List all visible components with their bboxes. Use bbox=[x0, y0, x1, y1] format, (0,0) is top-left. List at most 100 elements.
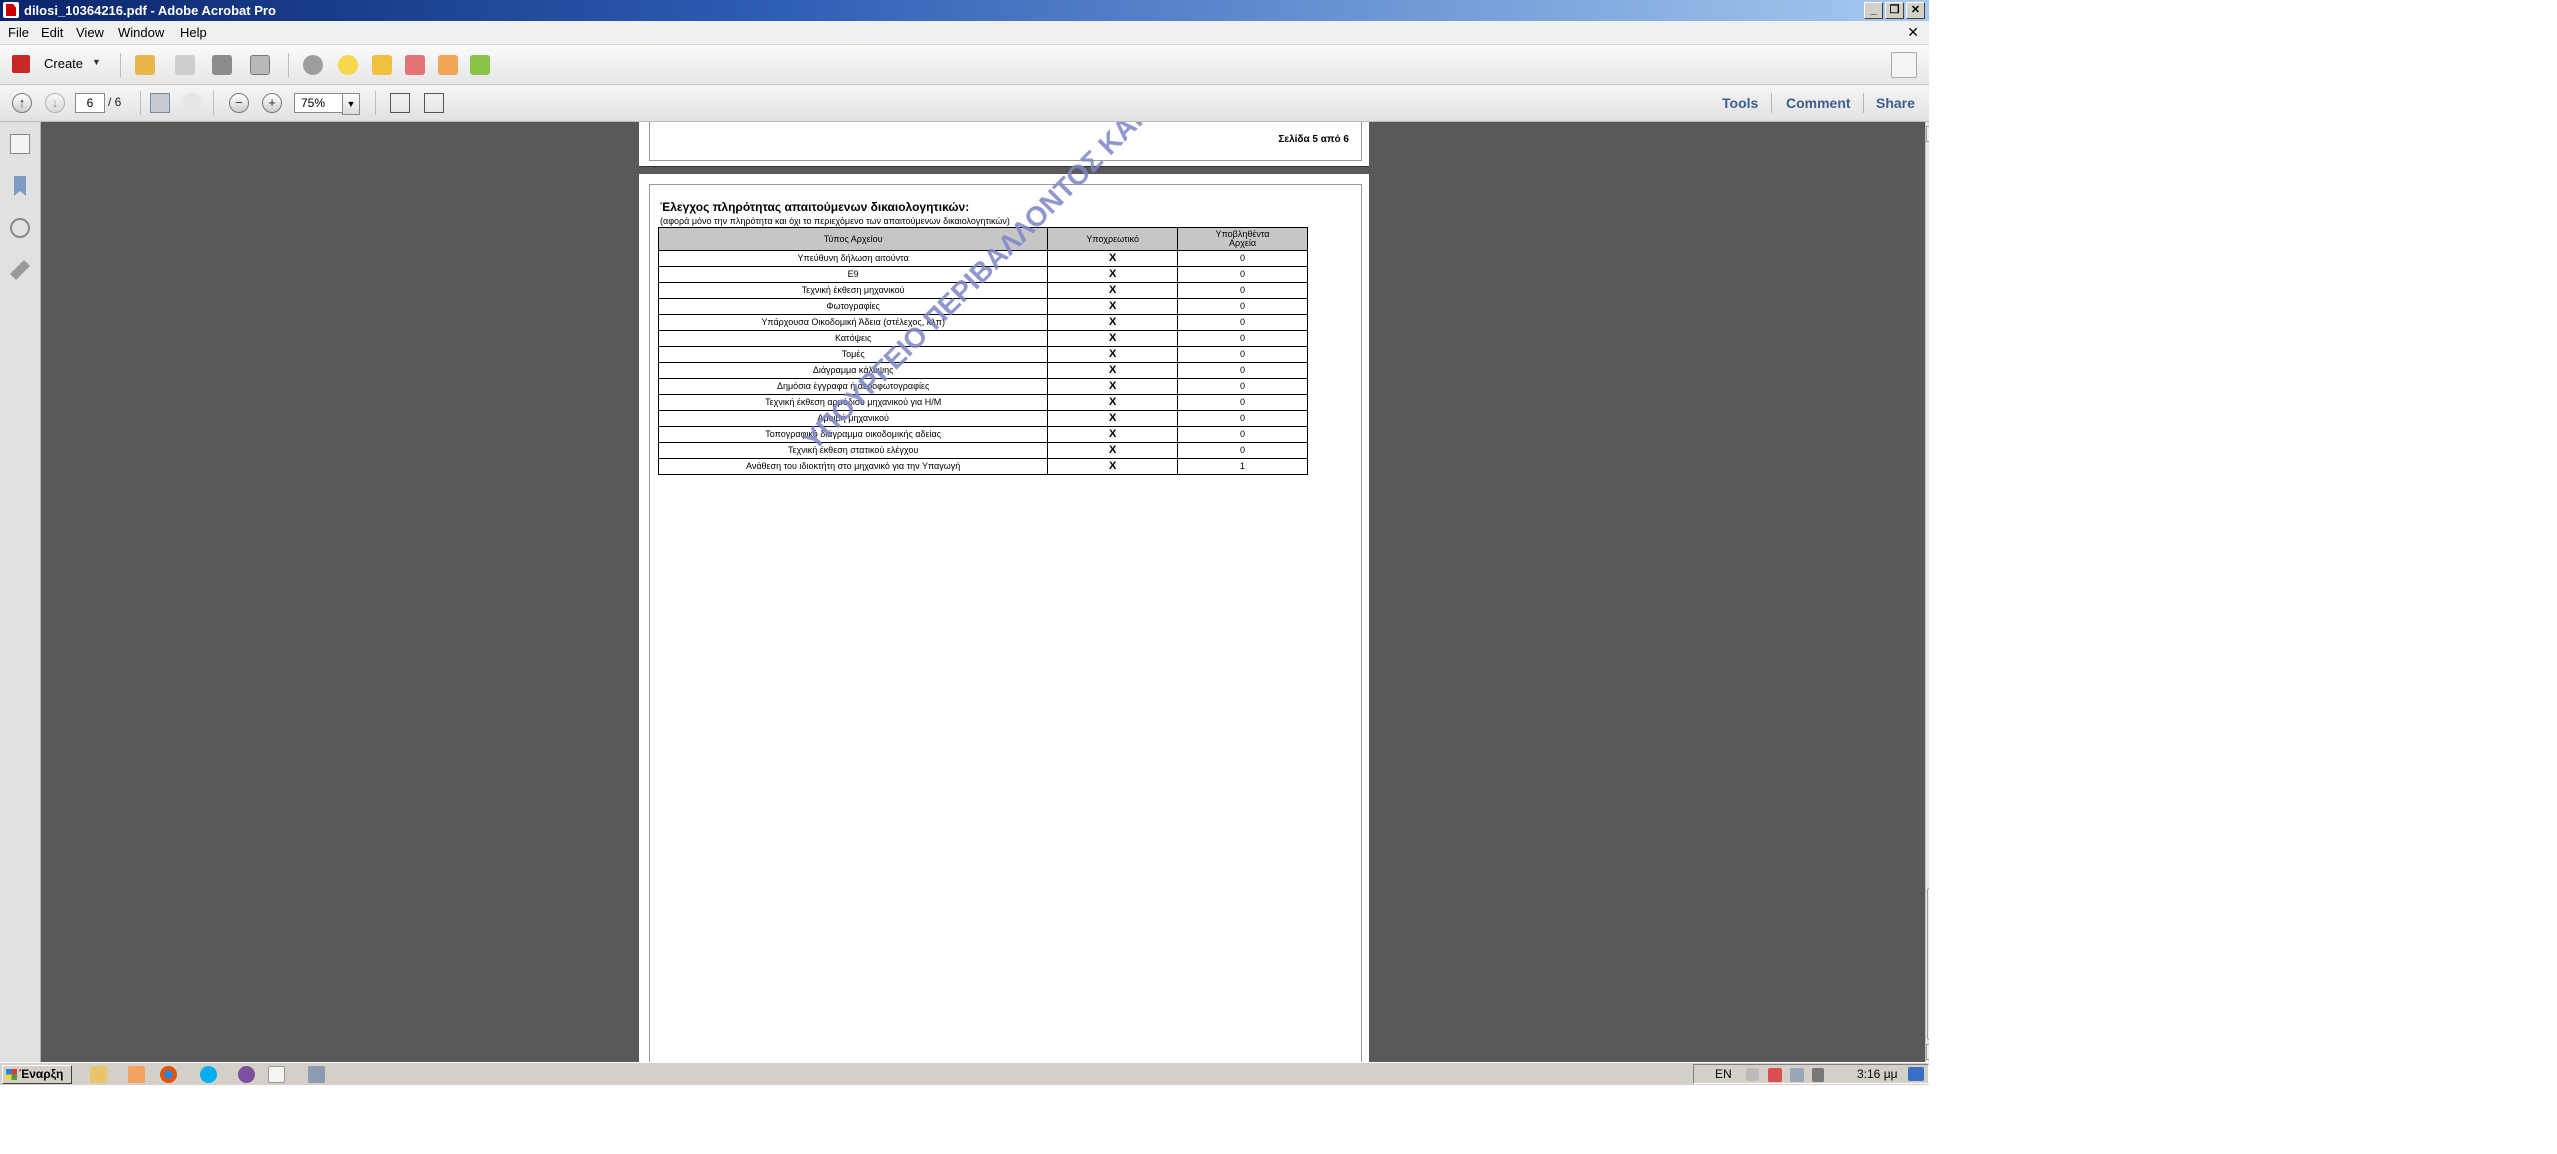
explorer-folder-icon[interactable] bbox=[90, 1066, 107, 1083]
next-page-button[interactable]: ↓ bbox=[45, 93, 65, 113]
document-close-icon[interactable]: ✕ bbox=[1907, 24, 1919, 41]
system-clock[interactable]: 3:16 μμ bbox=[1857, 1067, 1898, 1081]
zoom-dropdown-button[interactable]: ▼ bbox=[342, 93, 360, 115]
uploaded-count-cell: 0 bbox=[1177, 282, 1308, 299]
page-total: / 6 bbox=[108, 95, 122, 109]
file-type-cell: Φωτογραφίες bbox=[657, 298, 1049, 315]
scroll-down-arrow-icon[interactable]: ▼ bbox=[1926, 1044, 1929, 1060]
start-button[interactable]: Έναρξη bbox=[2, 1065, 72, 1084]
mandatory-mark-cell: X bbox=[1047, 426, 1179, 443]
menu-bar: File Edit View Window Help ✕ bbox=[0, 21, 1929, 45]
network-app-icon[interactable] bbox=[308, 1066, 325, 1083]
toolbar-divider bbox=[1771, 93, 1772, 113]
scroll-up-arrow-icon[interactable]: ▲ bbox=[1926, 126, 1929, 142]
hand-tool-icon[interactable] bbox=[182, 93, 202, 113]
menu-view[interactable]: View bbox=[76, 25, 104, 40]
pdf-page-6: Έλεγχος πληρότητας απαιτούμενων δικαιολο… bbox=[639, 122, 1369, 1062]
skype-icon[interactable] bbox=[200, 1066, 217, 1083]
create-button[interactable]: Create ▼ bbox=[8, 53, 101, 75]
table-row: Κατόψεις X 0 bbox=[657, 330, 1308, 347]
full-screen-button[interactable] bbox=[1891, 52, 1917, 78]
acrobat-window: dilosi_10364216.pdf - Adobe Acrobat Pro … bbox=[0, 0, 1929, 1085]
toolbar-divider bbox=[140, 91, 141, 115]
mandatory-mark-cell: X bbox=[1047, 298, 1179, 315]
previous-page-button[interactable]: ↑ bbox=[12, 93, 32, 113]
language-indicator[interactable]: EN bbox=[1715, 1067, 1732, 1081]
minimize-button[interactable]: _ bbox=[1864, 2, 1883, 19]
comment-pane-button[interactable]: Comment bbox=[1786, 95, 1851, 111]
show-hidden-icons-icon[interactable] bbox=[1746, 1068, 1759, 1081]
document-viewport[interactable]: Σελίδα 5 από 6 Έλεγχος πληρότητας απαιτο… bbox=[41, 122, 1927, 1062]
select-tool-icon[interactable] bbox=[150, 93, 170, 113]
pdf-app-icon bbox=[3, 2, 19, 18]
zoom-out-button[interactable]: − bbox=[229, 93, 249, 113]
fit-page-icon[interactable] bbox=[390, 93, 410, 113]
highlight-icon[interactable] bbox=[372, 55, 392, 75]
form-icon[interactable] bbox=[470, 55, 490, 75]
menu-edit[interactable]: Edit bbox=[41, 25, 63, 40]
comment-bubble-icon[interactable] bbox=[338, 55, 358, 75]
attachments-paperclip-icon[interactable] bbox=[10, 218, 30, 238]
title-bar: dilosi_10364216.pdf - Adobe Acrobat Pro … bbox=[0, 0, 1929, 21]
open-folder-icon[interactable] bbox=[135, 55, 155, 75]
uploaded-count-cell: 1 bbox=[1177, 458, 1308, 475]
uploaded-count-cell: 0 bbox=[1177, 362, 1308, 379]
page-footer-number: Σελίδα 5 από 6 bbox=[1278, 134, 1349, 145]
section-subtitle: (αφορά μόνο την πληρότητα και όχι το περ… bbox=[660, 216, 1010, 226]
page-thumbnails-icon[interactable] bbox=[10, 134, 30, 154]
mandatory-mark-cell: X bbox=[1047, 250, 1179, 267]
menu-file[interactable]: File bbox=[8, 25, 29, 40]
show-desktop-icon[interactable] bbox=[1908, 1067, 1924, 1081]
file-type-cell: Τοπογραφικό διάγραμμα οικοδομικής αδείας bbox=[657, 426, 1049, 443]
menu-window[interactable]: Window bbox=[118, 25, 164, 40]
scrollbar-thumb[interactable] bbox=[1927, 888, 1929, 1040]
chevron-down-icon: ▼ bbox=[92, 57, 101, 67]
sign-document-icon[interactable] bbox=[438, 55, 458, 75]
table-row: Τεχνική έκθεση αρμόδιου μηχανικού για Η/… bbox=[657, 394, 1308, 411]
signatures-icon[interactable] bbox=[10, 260, 30, 280]
media-player-icon[interactable] bbox=[128, 1066, 145, 1083]
table-row: Τοπογραφικό διάγραμμα οικοδομικής αδείας… bbox=[657, 426, 1308, 443]
email-icon[interactable] bbox=[250, 55, 270, 75]
save-icon[interactable] bbox=[175, 55, 195, 75]
uploaded-count-cell: 0 bbox=[1177, 442, 1308, 459]
volume-speaker-icon[interactable] bbox=[1812, 1068, 1824, 1082]
page-number-input[interactable]: 6 bbox=[75, 93, 105, 113]
network-status-icon[interactable] bbox=[1790, 1068, 1804, 1082]
acrobat-taskbar-icon[interactable] bbox=[268, 1066, 285, 1083]
bookmarks-icon[interactable] bbox=[14, 176, 26, 196]
mandatory-mark-cell: X bbox=[1047, 394, 1179, 411]
uploaded-count-cell: 0 bbox=[1177, 378, 1308, 395]
table-row: Αμοιβή μηχανικού X 0 bbox=[657, 410, 1308, 427]
toolbar-divider bbox=[120, 53, 121, 77]
file-type-cell: Τομές bbox=[657, 346, 1049, 363]
file-type-cell: Τεχνική έκθεση στατικού ελέγχου bbox=[657, 442, 1049, 459]
zoom-in-button[interactable]: + bbox=[262, 93, 282, 113]
mandatory-mark-cell: X bbox=[1047, 282, 1179, 299]
close-button[interactable]: ✕ bbox=[1906, 2, 1925, 19]
mandatory-mark-cell: X bbox=[1047, 410, 1179, 427]
mandatory-mark-cell: X bbox=[1047, 266, 1179, 283]
uploaded-count-cell: 0 bbox=[1177, 314, 1308, 331]
action-center-icon[interactable] bbox=[1768, 1068, 1782, 1082]
share-pane-button[interactable]: Share bbox=[1876, 95, 1915, 111]
settings-gear-icon[interactable] bbox=[303, 55, 323, 75]
fit-width-icon[interactable] bbox=[424, 93, 444, 113]
vertical-scrollbar[interactable]: ▲ ▼ bbox=[1925, 122, 1929, 1062]
viber-icon[interactable] bbox=[238, 1066, 255, 1083]
menu-help[interactable]: Help bbox=[180, 25, 207, 40]
column-header-uploaded: Υποβληθέντα Αρχεία bbox=[1177, 227, 1308, 251]
start-label: Έναρξη bbox=[19, 1067, 64, 1081]
uploaded-header-line2: Αρχεία bbox=[1229, 238, 1257, 248]
uploaded-count-cell: 0 bbox=[1177, 330, 1308, 347]
table-row: Υπάρχουσα Οικοδομική Άδεια (στέλεχος, κλ… bbox=[657, 314, 1308, 331]
secure-document-icon[interactable] bbox=[405, 55, 425, 75]
file-type-cell: Ανάθεση του ιδιοκτήτη στο μηχανικό για τ… bbox=[657, 458, 1049, 475]
uploaded-count-cell: 0 bbox=[1177, 394, 1308, 411]
firefox-icon[interactable] bbox=[160, 1066, 177, 1083]
print-icon[interactable] bbox=[212, 55, 232, 75]
uploaded-count-cell: 0 bbox=[1177, 346, 1308, 363]
restore-button[interactable]: ❐ bbox=[1885, 2, 1904, 19]
toolbar-divider bbox=[213, 91, 214, 115]
tools-pane-button[interactable]: Tools bbox=[1722, 95, 1758, 111]
